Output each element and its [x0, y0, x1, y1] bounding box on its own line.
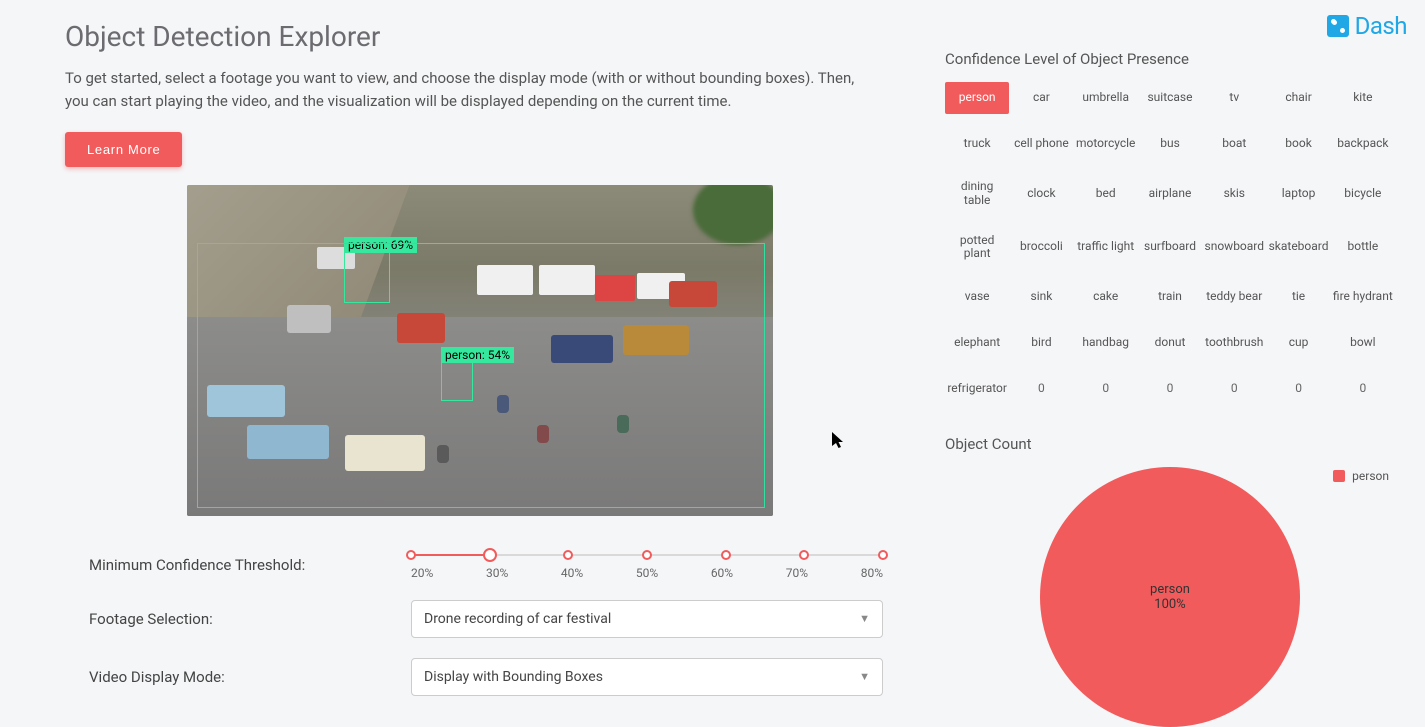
tick-50: 50%	[636, 566, 658, 580]
footage-select[interactable]: Drone recording of car festival ▼	[411, 600, 883, 638]
heatmap-cell-motorcycle[interactable]: motorcycle	[1074, 128, 1138, 160]
tick-60: 60%	[711, 566, 733, 580]
dash-logo-icon	[1327, 15, 1349, 37]
heatmap-cell-laptop[interactable]: laptop	[1266, 174, 1330, 214]
heatmap-cell-cell-phone[interactable]: cell phone	[1009, 128, 1073, 160]
heatmap-cell-0[interactable]: 0	[1074, 373, 1138, 405]
heatmap-cell-suitcase[interactable]: suitcase	[1138, 82, 1202, 114]
heatmap-cell-bus[interactable]: bus	[1138, 128, 1202, 160]
heatmap-cell-fire-hydrant[interactable]: fire hydrant	[1331, 281, 1395, 313]
heatmap-cell-elephant[interactable]: elephant	[945, 327, 1009, 359]
heatmap-cell-bowl[interactable]: bowl	[1331, 327, 1395, 359]
heatmap-cell-skis[interactable]: skis	[1202, 174, 1266, 214]
legend-swatch-icon	[1333, 470, 1345, 482]
page-title: Object Detection Explorer	[65, 20, 895, 53]
heatmap-cell-teddy-bear[interactable]: teddy bear	[1202, 281, 1266, 313]
heatmap-cell-bicycle[interactable]: bicycle	[1331, 174, 1395, 214]
pie-center-value: 100%	[1154, 597, 1185, 612]
chevron-down-icon: ▼	[859, 670, 870, 683]
heatmap-cell-bottle[interactable]: bottle	[1331, 228, 1395, 268]
footage-select-value: Drone recording of car festival	[424, 611, 611, 627]
intro-text: To get started, select a footage you wan…	[65, 67, 865, 114]
heatmap-cell-snowboard[interactable]: snowboard	[1202, 228, 1266, 268]
heatmap-cell-sink[interactable]: sink	[1009, 281, 1073, 313]
heatmap-cell-tie[interactable]: tie	[1266, 281, 1330, 313]
heatmap-cell-car[interactable]: car	[1009, 82, 1073, 114]
confidence-heatmap[interactable]: personcarumbrellasuitcasetvchairkite truc…	[945, 82, 1395, 405]
mode-select[interactable]: Display with Bounding Boxes ▼	[411, 658, 883, 696]
object-count-pie[interactable]: person 100%	[1040, 467, 1300, 727]
object-count-title: Object Count	[945, 435, 1395, 453]
heatmap-cell-cup[interactable]: cup	[1266, 327, 1330, 359]
heatmap-cell-kite[interactable]: kite	[1331, 82, 1395, 114]
heatmap-cell-vase[interactable]: vase	[945, 281, 1009, 313]
pie-center-name: person	[1150, 582, 1190, 597]
dash-logo-text: Dash	[1355, 12, 1407, 40]
tick-70: 70%	[786, 566, 808, 580]
heatmap-title: Confidence Level of Object Presence	[945, 50, 1395, 68]
mode-label: Video Display Mode:	[89, 668, 411, 686]
confidence-slider[interactable]: 20% 30% 40% 50% 60% 70% 80%	[411, 550, 895, 580]
heatmap-cell-train[interactable]: train	[1138, 281, 1202, 313]
slider-ticks: 20% 30% 40% 50% 60% 70% 80%	[411, 566, 883, 580]
detection-bbox-region	[197, 243, 765, 508]
tick-40: 40%	[561, 566, 583, 580]
heatmap-cell-skateboard[interactable]: skateboard	[1266, 228, 1330, 268]
heatmap-cell-potted-plant[interactable]: potted plant	[945, 228, 1009, 268]
heatmap-cell-chair[interactable]: chair	[1266, 82, 1330, 114]
heatmap-cell-traffic-light[interactable]: traffic light	[1074, 228, 1138, 268]
mode-select-value: Display with Bounding Boxes	[424, 669, 603, 685]
heatmap-cell-dining-table[interactable]: dining table	[945, 174, 1009, 214]
video-frame[interactable]: person: 69% person: 54%	[187, 185, 773, 516]
heatmap-cell-0[interactable]: 0	[1331, 373, 1395, 405]
heatmap-cell-donut[interactable]: donut	[1138, 327, 1202, 359]
tick-80: 80%	[861, 566, 883, 580]
heatmap-cell-0[interactable]: 0	[1138, 373, 1202, 405]
heatmap-cell-person[interactable]: person	[945, 82, 1009, 114]
tick-20: 20%	[411, 566, 433, 580]
heatmap-cell-surfboard[interactable]: surfboard	[1138, 228, 1202, 268]
pie-legend: person	[1333, 469, 1389, 483]
heatmap-cell-clock[interactable]: clock	[1009, 174, 1073, 214]
threshold-label: Minimum Confidence Threshold:	[89, 556, 411, 574]
heatmap-cell-broccoli[interactable]: broccoli	[1009, 228, 1073, 268]
heatmap-cell-book[interactable]: book	[1266, 128, 1330, 160]
heatmap-cell-umbrella[interactable]: umbrella	[1074, 82, 1138, 114]
heatmap-cell-bed[interactable]: bed	[1074, 174, 1138, 214]
heatmap-cell-bird[interactable]: bird	[1009, 327, 1073, 359]
learn-more-button[interactable]: Learn More	[65, 132, 182, 167]
heatmap-cell-0[interactable]: 0	[1202, 373, 1266, 405]
dash-logo[interactable]: Dash	[1327, 12, 1407, 40]
heatmap-cell-0[interactable]: 0	[1009, 373, 1073, 405]
heatmap-cell-tv[interactable]: tv	[1202, 82, 1266, 114]
tick-30: 30%	[486, 566, 508, 580]
heatmap-cell-handbag[interactable]: handbag	[1074, 327, 1138, 359]
footage-label: Footage Selection:	[89, 610, 411, 628]
heatmap-cell-refrigerator[interactable]: refrigerator	[945, 373, 1009, 405]
heatmap-cell-0[interactable]: 0	[1266, 373, 1330, 405]
heatmap-cell-toothbrush[interactable]: toothbrush	[1202, 327, 1266, 359]
heatmap-cell-truck[interactable]: truck	[945, 128, 1009, 160]
slider-handle[interactable]	[483, 548, 497, 562]
legend-label: person	[1352, 469, 1389, 483]
heatmap-cell-backpack[interactable]: backpack	[1331, 128, 1395, 160]
heatmap-cell-airplane[interactable]: airplane	[1138, 174, 1202, 214]
heatmap-cell-boat[interactable]: boat	[1202, 128, 1266, 160]
heatmap-cell-cake[interactable]: cake	[1074, 281, 1138, 313]
chevron-down-icon: ▼	[859, 612, 870, 625]
